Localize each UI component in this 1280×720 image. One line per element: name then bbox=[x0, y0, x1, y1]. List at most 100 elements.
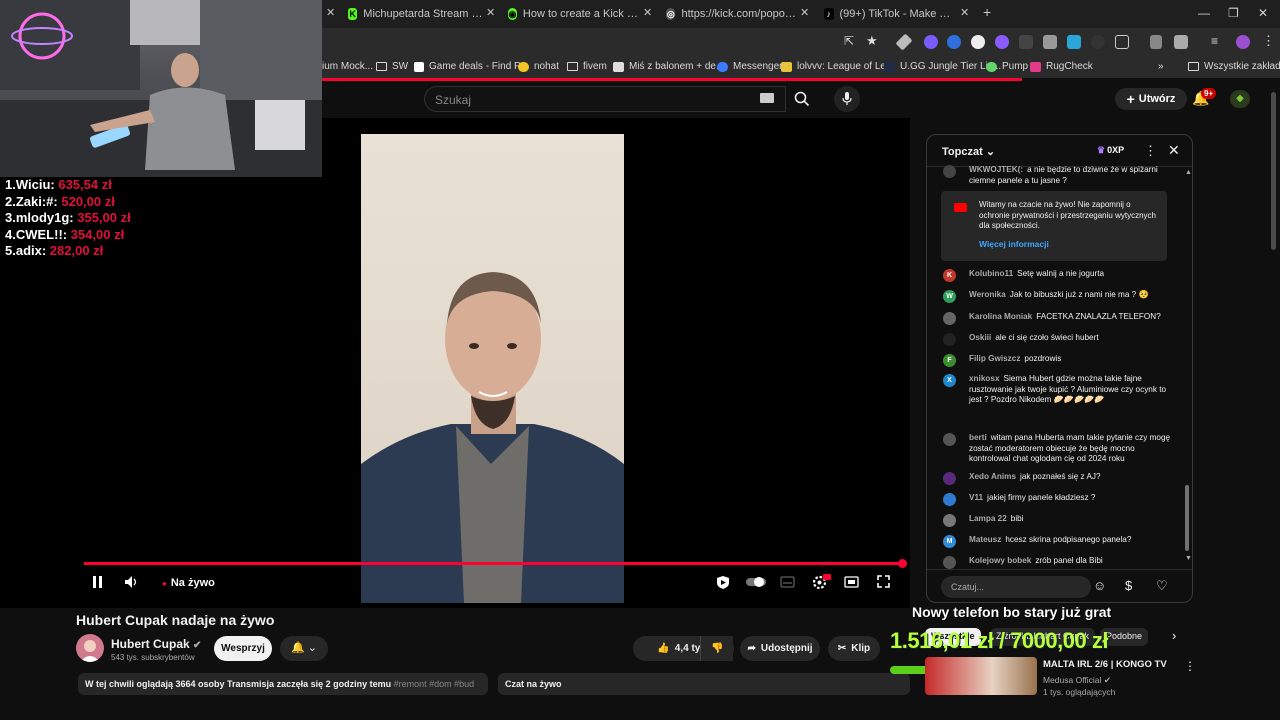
browser-tab[interactable]: ♪ (99+) TikTok - Make Your Day bbox=[824, 3, 954, 25]
extension-icon[interactable] bbox=[1091, 35, 1105, 49]
channel-avatar[interactable] bbox=[76, 634, 104, 662]
restore-button[interactable]: ❐ bbox=[1228, 6, 1239, 20]
related-video-title[interactable]: MALTA IRL 2/6 | KONGO TV bbox=[1043, 659, 1167, 670]
description-box[interactable]: W tej chwili oglądają 3664 osoby Transmi… bbox=[78, 673, 488, 695]
tab-close-icon[interactable]: ✕ bbox=[643, 6, 652, 19]
extensions-puzzle-icon[interactable] bbox=[1115, 35, 1129, 49]
progress-handle[interactable] bbox=[898, 559, 907, 568]
keyboard-icon[interactable] bbox=[760, 93, 774, 103]
chat-author[interactable]: Xedo Anims bbox=[969, 472, 1016, 481]
support-button[interactable]: Wesprzyj bbox=[214, 636, 272, 661]
chat-author[interactable]: Mateusz bbox=[969, 535, 1001, 544]
reading-list-icon[interactable]: ≡ bbox=[1211, 34, 1218, 48]
chat-author[interactable]: Weronika bbox=[969, 290, 1006, 299]
bookmark-item[interactable]: Miś z balonem + de... bbox=[613, 61, 724, 72]
bookmark-item[interactable]: ium Mock... bbox=[322, 61, 373, 72]
bookmark-item[interactable]: Game deals - Find P... bbox=[414, 61, 528, 72]
tab-close-icon[interactable]: ✕ bbox=[486, 6, 495, 19]
close-window-button[interactable]: ✕ bbox=[1258, 6, 1268, 20]
chevron-right-icon[interactable]: › bbox=[1172, 628, 1176, 643]
chat-scrollbar[interactable] bbox=[1185, 485, 1189, 551]
shield-button[interactable] bbox=[716, 575, 730, 593]
chat-author[interactable]: berti bbox=[969, 433, 987, 442]
progress-bar[interactable] bbox=[84, 562, 904, 565]
dislike-button[interactable]: 👎 bbox=[700, 636, 734, 661]
extension-icon[interactable] bbox=[1067, 35, 1081, 49]
chat-author[interactable]: WKWOJTEK(: bbox=[969, 165, 1023, 174]
bookmark-item[interactable]: nohat bbox=[518, 61, 559, 72]
bookmark-star-icon[interactable]: ★ bbox=[866, 33, 878, 49]
chat-author[interactable]: Filip Gwiszcz bbox=[969, 354, 1020, 363]
pause-button[interactable] bbox=[92, 575, 104, 592]
browser-tab[interactable]: ◎ https://kick.com/popout/michu bbox=[666, 3, 796, 25]
chat-author[interactable]: V11 bbox=[969, 493, 983, 502]
chat-author[interactable]: Lampa 22 bbox=[969, 514, 1007, 523]
chat-replay-box[interactable]: Czat na żywo bbox=[498, 673, 910, 695]
translate-icon[interactable] bbox=[1174, 35, 1188, 49]
extension-icon[interactable] bbox=[995, 35, 1009, 49]
tab-close-icon[interactable]: ✕ bbox=[960, 6, 969, 19]
search-input[interactable]: Szukaj bbox=[424, 86, 786, 112]
bookmark-folder[interactable]: fivem bbox=[567, 61, 607, 72]
related-more-icon[interactable]: ⋮ bbox=[1184, 659, 1196, 673]
more-info-link[interactable]: Więcej informacji bbox=[979, 239, 1049, 250]
chrome-menu-icon[interactable]: ⋮ bbox=[1262, 33, 1275, 49]
bookmark-item[interactable]: U.GG Jungle Tier Lis... bbox=[884, 61, 1001, 72]
all-bookmarks-folder[interactable]: Wszystkie zakładki bbox=[1188, 61, 1280, 72]
bookmark-item[interactable]: Pump bbox=[986, 61, 1028, 72]
chat-text: jak poznałeś się z AJ? bbox=[1020, 472, 1101, 481]
subtitles-button[interactable] bbox=[780, 575, 795, 591]
bookmark-item[interactable]: lolvvv: League of Le... bbox=[781, 61, 894, 72]
fullscreen-button[interactable] bbox=[877, 575, 890, 591]
bookmark-item[interactable]: Messenger bbox=[717, 61, 782, 72]
chat-author[interactable]: Oskiii bbox=[969, 333, 991, 342]
scroll-up-icon[interactable]: ▲ bbox=[1185, 169, 1192, 176]
heart-icon[interactable]: ♡ bbox=[1156, 578, 1168, 594]
video-frame[interactable] bbox=[361, 134, 624, 603]
related-video-thumbnail[interactable] bbox=[925, 657, 1037, 695]
chat-author[interactable]: Karolina Moniak bbox=[969, 312, 1032, 321]
tab-close-icon[interactable]: ✕ bbox=[800, 6, 809, 19]
extension-icon[interactable] bbox=[947, 35, 961, 49]
extension-icon[interactable] bbox=[1019, 35, 1033, 49]
install-icon[interactable]: ⇱ bbox=[844, 34, 854, 48]
chat-author[interactable]: Kolubino11 bbox=[969, 269, 1013, 278]
clip-button[interactable]: ✂ Klip bbox=[828, 636, 880, 661]
profile-avatar[interactable] bbox=[1236, 35, 1250, 49]
scroll-down-icon[interactable]: ▼ bbox=[1185, 555, 1192, 562]
bookmark-item[interactable]: RugCheck bbox=[1030, 61, 1093, 72]
minimize-button[interactable]: — bbox=[1198, 6, 1210, 20]
channel-name[interactable]: Hubert Cupak ✔ bbox=[111, 637, 201, 651]
chat-author[interactable]: Kolejowy bobek bbox=[969, 556, 1031, 565]
extension-icon[interactable] bbox=[924, 35, 938, 49]
close-icon[interactable]: ✕ bbox=[1168, 142, 1180, 159]
emoji-icon[interactable]: ☺ bbox=[1093, 578, 1106, 593]
extension-icon[interactable] bbox=[1150, 35, 1162, 49]
miniplayer-button[interactable] bbox=[844, 575, 859, 591]
share-button[interactable]: ➦ Udostępnij bbox=[740, 636, 820, 661]
subscription-bell-button[interactable]: 🔔 ⌄ bbox=[280, 636, 328, 661]
autoplay-toggle[interactable] bbox=[745, 575, 767, 592]
related-video-channel[interactable]: Medusa Official ✔ bbox=[1043, 675, 1111, 686]
create-button[interactable]: + Utwórz bbox=[1115, 88, 1187, 110]
xp-badge[interactable]: ♛ 0XP bbox=[1097, 145, 1124, 156]
page-scrollbar[interactable] bbox=[1271, 92, 1276, 250]
bookmarks-more-button[interactable]: » bbox=[1158, 61, 1164, 72]
chat-author[interactable]: xnikosx bbox=[969, 374, 1000, 383]
super-chat-icon[interactable]: $ bbox=[1125, 578, 1132, 593]
live-indicator[interactable]: ● Na żywo bbox=[162, 577, 215, 589]
extension-icon[interactable] bbox=[1043, 35, 1057, 49]
extension-icon[interactable] bbox=[971, 35, 985, 49]
browser-tab[interactable]: K Michupetarda Stream - Watch L bbox=[348, 3, 483, 25]
chat-input[interactable]: Czatuj... bbox=[941, 576, 1091, 598]
new-tab-button[interactable]: + bbox=[983, 4, 991, 20]
account-avatar[interactable]: ◆ bbox=[1230, 90, 1250, 108]
volume-button[interactable] bbox=[124, 575, 138, 592]
search-button[interactable] bbox=[786, 86, 818, 112]
browser-tab[interactable]: ◉ How to create a Kick Chat Dock bbox=[508, 3, 638, 25]
tab-close-icon[interactable]: ✕ bbox=[326, 6, 335, 19]
voice-search-button[interactable] bbox=[834, 86, 860, 112]
chat-more-icon[interactable]: ⋮ bbox=[1144, 143, 1157, 159]
bookmark-folder[interactable]: SW bbox=[376, 61, 408, 72]
chat-mode-dropdown[interactable]: Topczat ⌄ bbox=[942, 145, 995, 158]
